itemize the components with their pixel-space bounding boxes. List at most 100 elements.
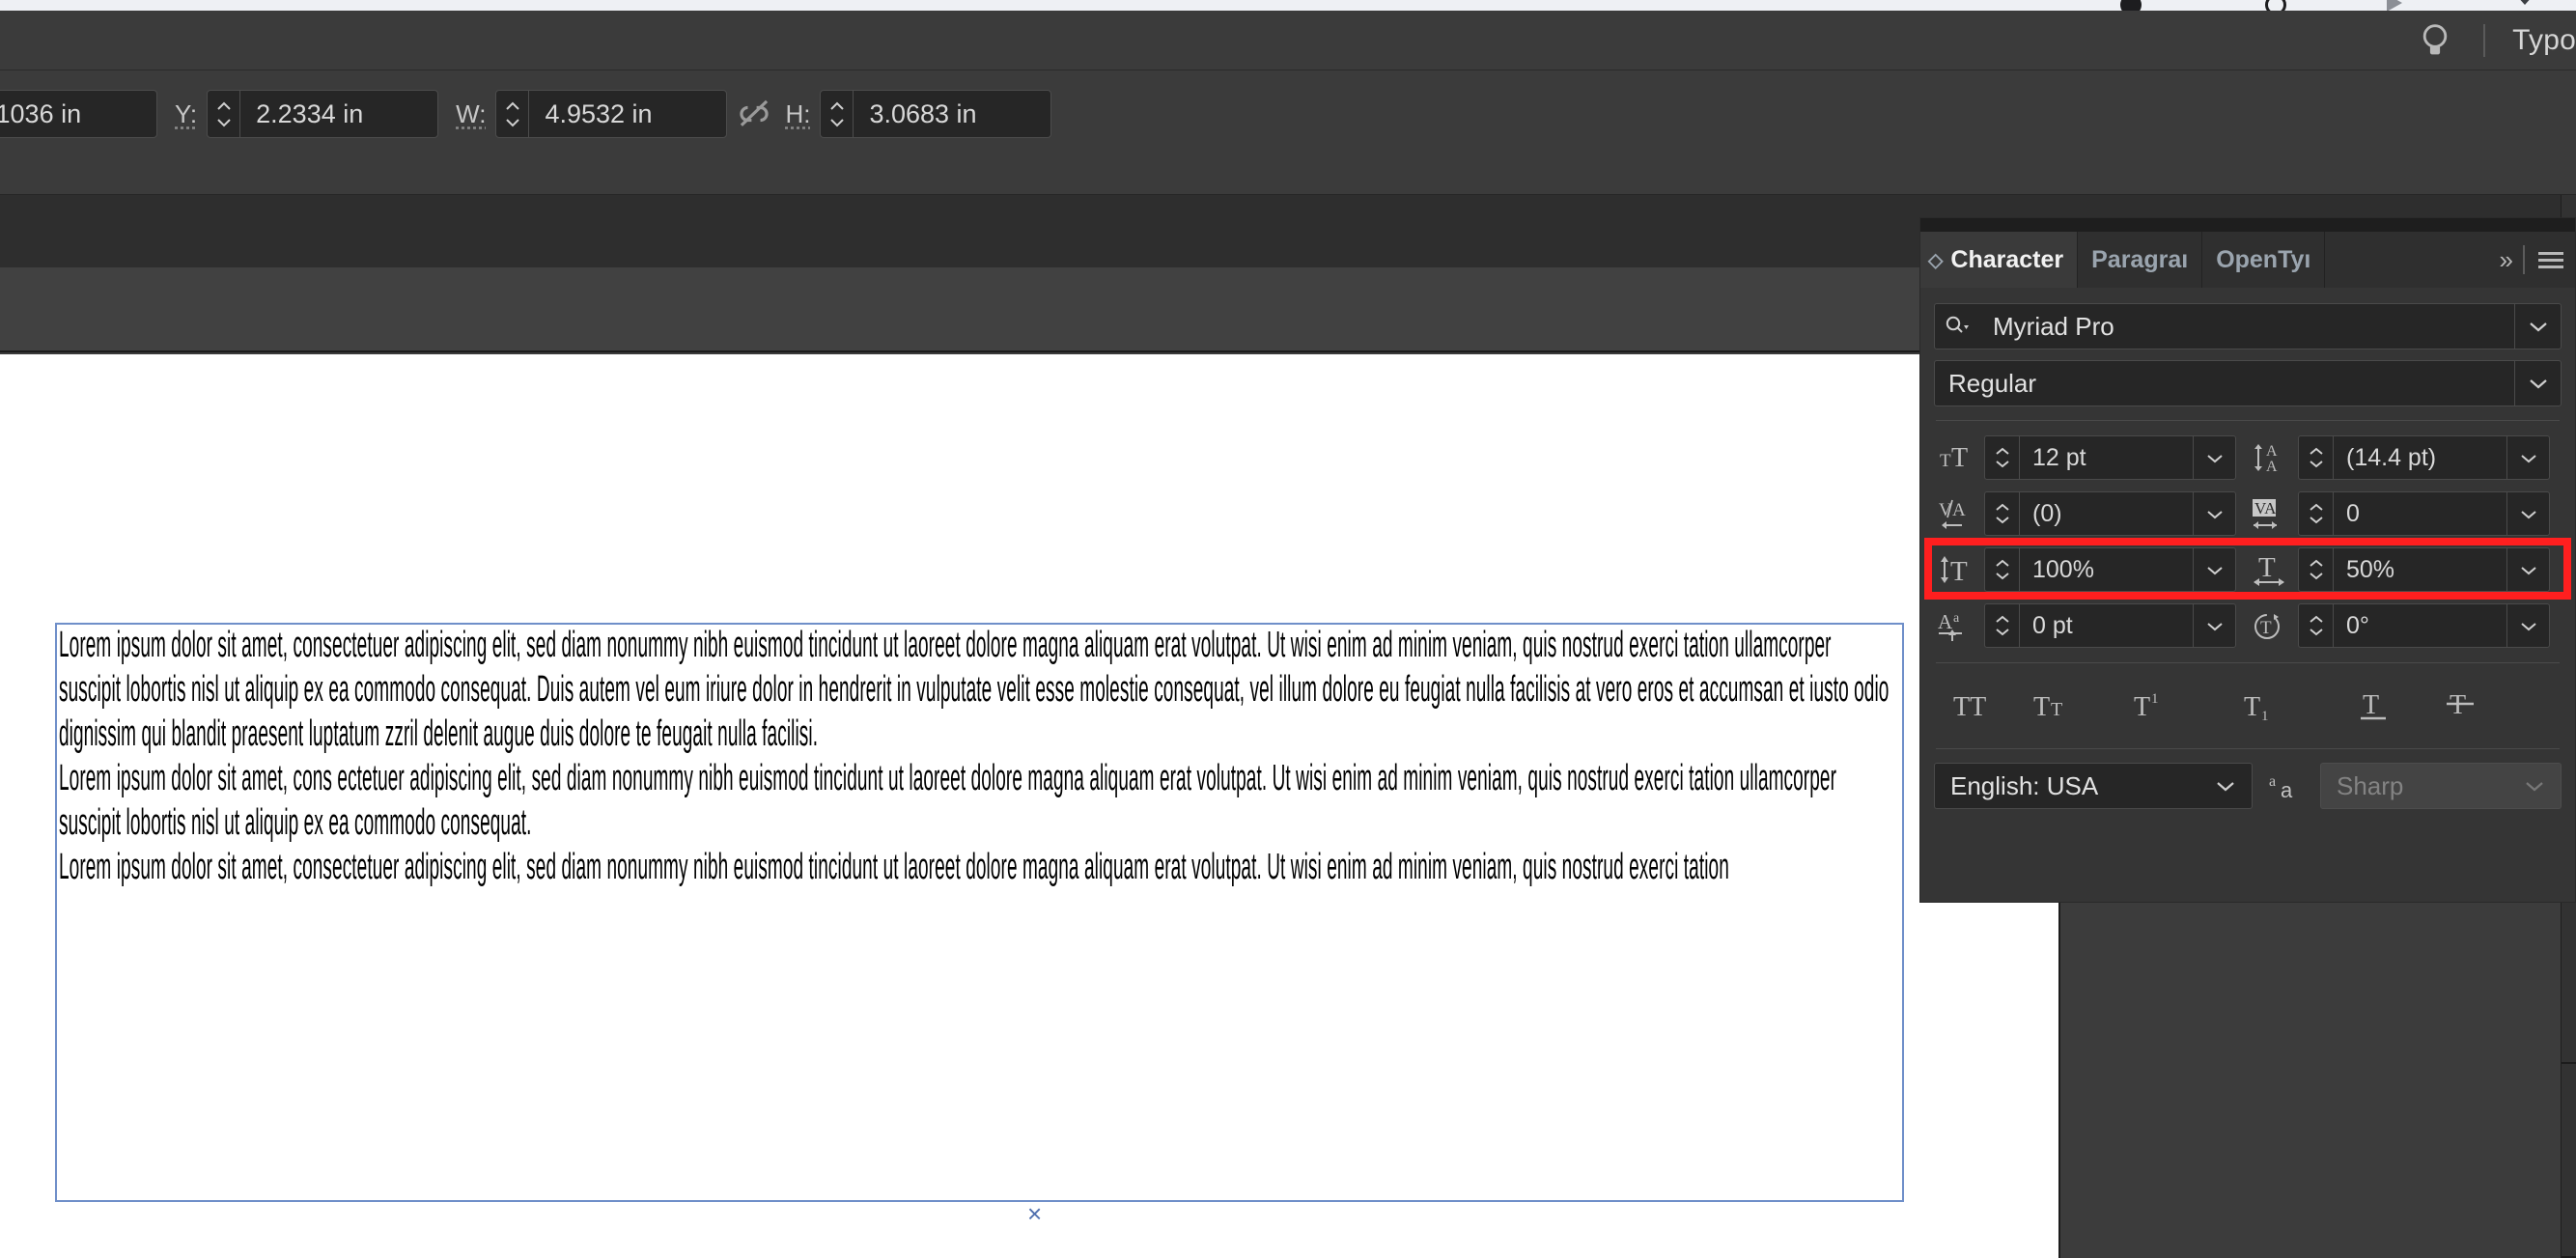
horizontal-scale-stepper[interactable]: [2299, 548, 2334, 591]
underline-button[interactable]: T: [2326, 685, 2432, 727]
y-stepper[interactable]: [208, 91, 240, 137]
vertical-scale-cell: T 100%: [1934, 546, 2248, 593]
subscript-button[interactable]: T 1: [2210, 685, 2326, 727]
tab-opentype-label: OpenTyı: [2216, 246, 2310, 274]
tracking-value: 0: [2334, 492, 2506, 535]
lightbulb-icon[interactable]: [2414, 19, 2456, 62]
leading-field[interactable]: (14.4 pt): [2298, 435, 2550, 480]
font-size-field[interactable]: 12 pt: [1984, 435, 2236, 480]
kerning-stepper[interactable]: [1985, 492, 2020, 535]
height-field[interactable]: 3.0683 in: [820, 90, 1051, 138]
font-family-chevron-down-icon[interactable]: [2514, 304, 2561, 349]
svg-text:T: T: [1950, 556, 1968, 587]
strikethrough-button[interactable]: T: [2432, 685, 2500, 727]
svg-text:T: T: [2244, 692, 2260, 722]
font-family-value: Myriad Pro: [1979, 304, 2514, 349]
x-position-field[interactable]: 3.1036 in: [0, 90, 157, 138]
workspace-name[interactable]: Typo: [2512, 24, 2576, 57]
text-frame-content[interactable]: Lorem ipsum dolor sit amet, consectetuer…: [59, 623, 1893, 889]
leading-stepper[interactable]: [2299, 436, 2334, 479]
tracking-chevron-down-icon[interactable]: [2506, 492, 2549, 535]
tab-paragraph[interactable]: Paragraı: [2078, 232, 2202, 288]
font-style-chevron-down-icon[interactable]: [2514, 361, 2561, 405]
app-window: Typo 3.1036 in Y: 2.2334 in W:: [0, 0, 2576, 1258]
font-size-cell: T T 12 pt: [1934, 434, 2248, 481]
chrome-chevron-icon[interactable]: [2516, 0, 2534, 5]
baseline-shift-cell: A a 0 pt: [1934, 602, 2248, 649]
broken-chain-icon[interactable]: [727, 90, 781, 138]
tracking-icon: VA: [2248, 490, 2298, 537]
horizontal-scale-chevron-down-icon[interactable]: [2506, 548, 2549, 591]
anti-alias-combo[interactable]: Sharp: [2320, 763, 2562, 809]
horizontal-scale-field[interactable]: 50%: [2298, 547, 2550, 592]
scale-row-highlight-group: T 100%: [1934, 546, 2562, 593]
baseline-shift-icon: A a: [1934, 602, 1984, 649]
panel-menu-icon[interactable]: [2538, 252, 2563, 268]
font-style-combo[interactable]: Regular: [1934, 360, 2562, 406]
svg-text:T: T: [2033, 692, 2050, 722]
tab-character[interactable]: ◇ Character: [1920, 232, 2078, 288]
all-caps-button[interactable]: TT: [1942, 685, 2017, 727]
horizontal-scale-value: 50%: [2334, 548, 2506, 591]
baseline-rotation-row: A a 0 pt: [1934, 602, 2562, 649]
y-position-value: 2.2334 in: [240, 91, 378, 137]
chevron-double-right-icon[interactable]: »: [2500, 245, 2509, 275]
character-rotation-stepper[interactable]: [2299, 604, 2334, 647]
leading-chevron-down-icon[interactable]: [2506, 436, 2549, 479]
tab-opentype[interactable]: OpenTyı: [2202, 232, 2325, 288]
language-chevron-down-icon[interactable]: [2199, 764, 2252, 808]
baseline-shift-stepper[interactable]: [1985, 604, 2020, 647]
font-family-row: Myriad Pro: [1934, 303, 2562, 349]
tab-paragraph-label: Paragraı: [2091, 246, 2188, 274]
x-position-value: 3.1036 in: [0, 91, 97, 137]
y-position-field[interactable]: 2.2334 in: [207, 90, 438, 138]
character-rotation-field[interactable]: 0°: [2298, 603, 2550, 648]
svg-text:A: A: [1952, 500, 1966, 520]
svg-text:TT: TT: [1953, 692, 1986, 722]
paragraph: Lorem ipsum dolor sit amet, cons ectetue…: [59, 756, 1893, 845]
tracking-stepper[interactable]: [2299, 492, 2334, 535]
baseline-shift-field[interactable]: 0 pt: [1984, 603, 2236, 648]
kerning-field[interactable]: (0): [1984, 491, 2236, 536]
height-label: H:: [785, 99, 810, 129]
character-rotation-chevron-down-icon[interactable]: [2506, 604, 2549, 647]
dock-segment[interactable]: [2562, 1064, 2576, 1258]
anti-alias-chevron-down-icon[interactable]: [2508, 764, 2561, 808]
superscript-button[interactable]: T 1: [2106, 685, 2210, 727]
language-combo[interactable]: English: USA: [1934, 763, 2253, 809]
svg-text:T: T: [1951, 443, 1968, 473]
font-size-stepper[interactable]: [1985, 436, 2020, 479]
leading-icon: A A: [2248, 434, 2298, 481]
width-stepper[interactable]: [496, 91, 529, 137]
horizontal-scale-icon: T: [2248, 546, 2298, 593]
baseline-shift-value: 0 pt: [2020, 604, 2193, 647]
app-bar: Typo: [0, 11, 2576, 70]
font-family-combo[interactable]: Myriad Pro: [1934, 303, 2562, 349]
panel-drag-strip[interactable]: [1920, 218, 2575, 232]
svg-text:1: 1: [2151, 691, 2159, 707]
kerning-chevron-down-icon[interactable]: [2193, 492, 2235, 535]
character-panel-body: Myriad Pro Regular: [1920, 288, 2575, 819]
width-value: 4.9532 in: [529, 91, 667, 137]
svg-text:a: a: [1953, 611, 1960, 626]
vertical-scale-stepper[interactable]: [1985, 548, 2020, 591]
tab-overflow-area: »: [2325, 232, 2575, 288]
width-field[interactable]: 4.9532 in: [495, 90, 727, 138]
text-outport-marker[interactable]: ×: [1027, 1201, 1042, 1226]
baseline-shift-chevron-down-icon[interactable]: [2193, 604, 2235, 647]
character-rotation-icon: T: [2248, 602, 2298, 649]
vertical-scale-value: 100%: [2020, 548, 2193, 591]
svg-text:T: T: [2260, 618, 2272, 638]
svg-text:VA: VA: [2254, 499, 2277, 517]
tracking-field[interactable]: 0: [2298, 491, 2550, 536]
font-search-icon[interactable]: [1935, 304, 1979, 349]
vertical-scale-chevron-down-icon[interactable]: [2193, 548, 2235, 591]
vertical-scale-field[interactable]: 100%: [1984, 547, 2236, 592]
size-leading-row: T T 12 pt: [1934, 434, 2562, 481]
height-stepper[interactable]: [821, 91, 854, 137]
font-size-chevron-down-icon[interactable]: [2193, 436, 2235, 479]
vertical-scale-icon: T: [1934, 546, 1984, 593]
panel-divider: [1936, 748, 2560, 749]
text-frame[interactable]: Lorem ipsum dolor sit amet, consectetuer…: [55, 623, 1904, 1202]
small-caps-button[interactable]: T T: [2017, 685, 2106, 727]
